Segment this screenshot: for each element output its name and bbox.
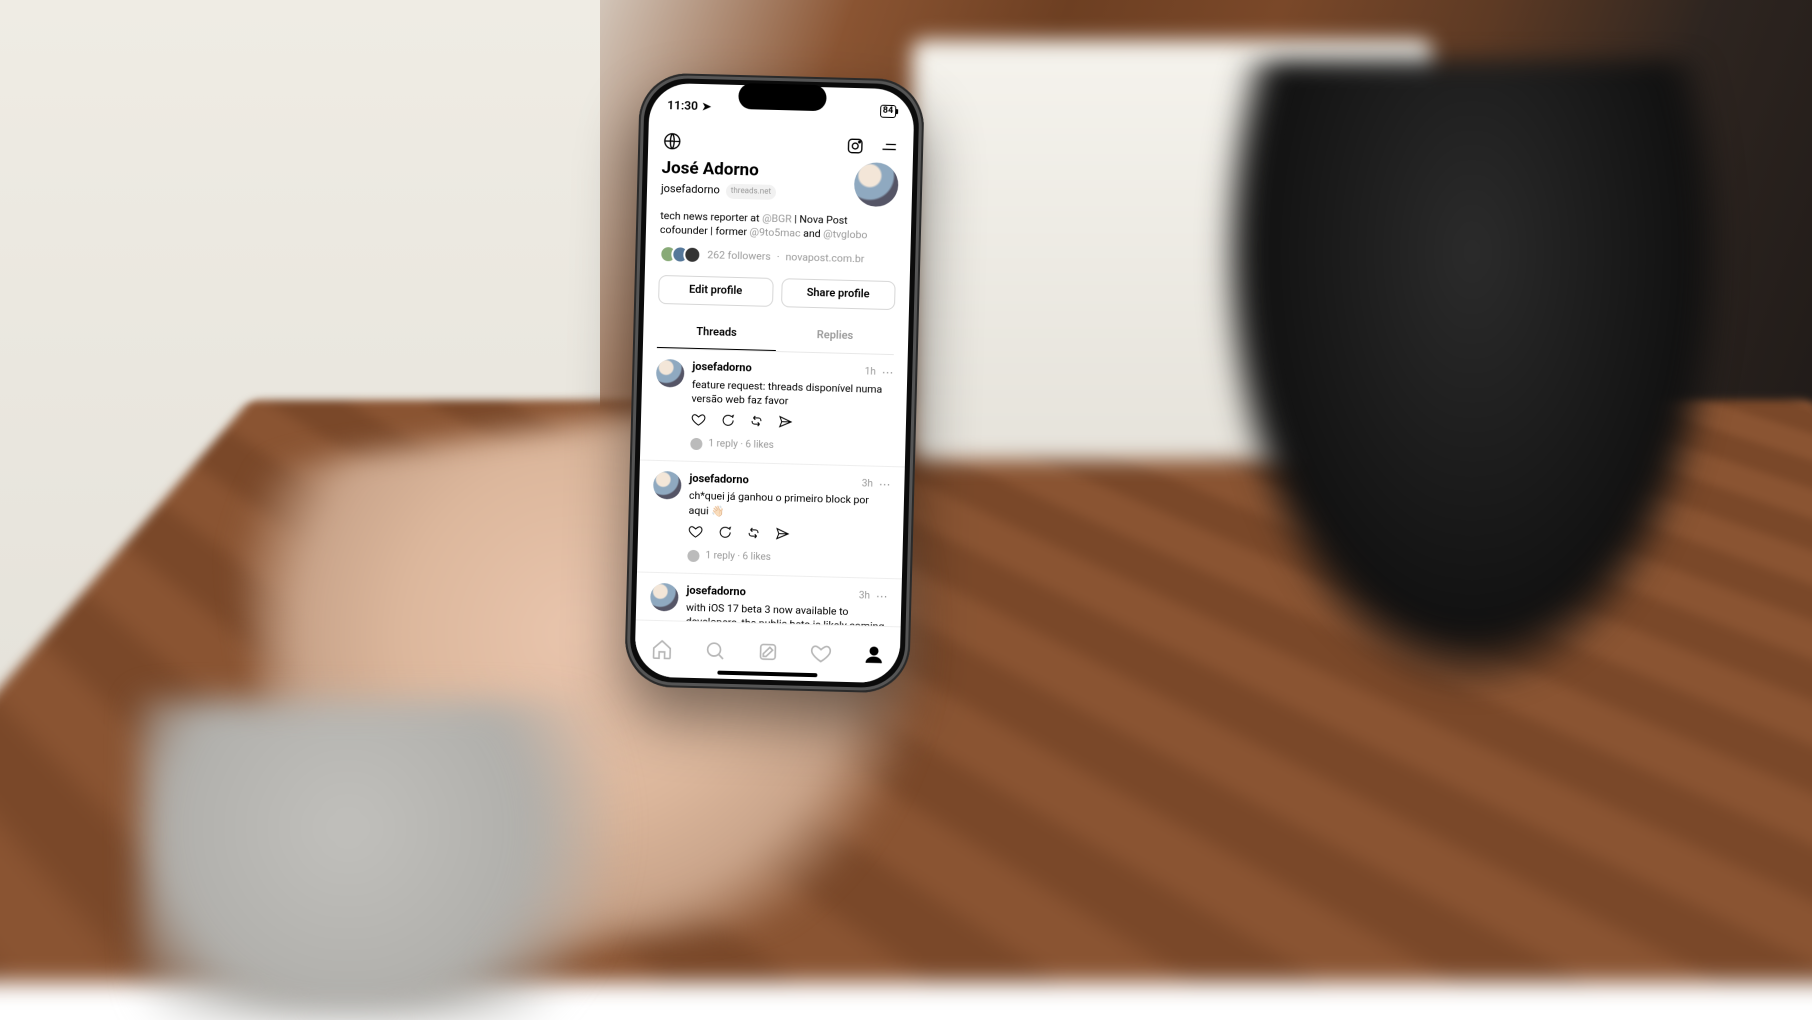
reply-avatar bbox=[690, 438, 702, 450]
compose-tab-icon[interactable] bbox=[756, 641, 779, 664]
status-time: 11:30 bbox=[667, 98, 698, 113]
bio-mention[interactable]: @BGR bbox=[762, 212, 792, 226]
post-meta[interactable]: 1 reply · 6 likes bbox=[708, 438, 774, 453]
post-text: feature request: threads disponível numa… bbox=[691, 377, 893, 411]
post-author[interactable]: josefadorno bbox=[692, 360, 752, 376]
share-icon[interactable] bbox=[775, 526, 791, 546]
globe-icon[interactable] bbox=[662, 131, 683, 152]
post-avatar[interactable] bbox=[653, 471, 682, 500]
like-icon[interactable] bbox=[691, 412, 707, 432]
comment-icon[interactable] bbox=[717, 524, 733, 544]
post[interactable]: josefadorno 1h ⋯ feature request: thread… bbox=[640, 349, 908, 468]
dynamic-island bbox=[738, 83, 827, 111]
separator: · bbox=[777, 250, 780, 264]
post[interactable]: josefadorno 3h ⋯ ch*quei já ganhou o pri… bbox=[637, 460, 905, 579]
comment-icon[interactable] bbox=[720, 412, 736, 432]
menu-icon[interactable] bbox=[879, 137, 900, 158]
home-tab-icon[interactable] bbox=[650, 638, 673, 661]
edit-profile-button[interactable]: Edit profile bbox=[658, 275, 773, 307]
sleeve bbox=[140, 700, 660, 1020]
post-meta[interactable]: 1 reply · 6 likes bbox=[705, 550, 771, 565]
post[interactable]: josefadorno 3h ⋯ with iOS 17 beta 3 now … bbox=[636, 572, 902, 627]
followers-row[interactable]: 262 followers · novapost.com.br bbox=[659, 245, 896, 269]
search-tab-icon[interactable] bbox=[703, 639, 726, 662]
follower-avatars bbox=[659, 245, 701, 264]
instagram-icon[interactable] bbox=[845, 136, 866, 157]
office-chair bbox=[1212, 60, 1732, 700]
tab-replies[interactable]: Replies bbox=[775, 319, 894, 354]
bio-text: and bbox=[800, 227, 823, 241]
post-time: 3h bbox=[862, 477, 873, 491]
location-icon: ➤ bbox=[702, 100, 712, 113]
activity-tab-icon[interactable] bbox=[809, 642, 832, 665]
post-more-icon[interactable]: ⋯ bbox=[876, 589, 888, 605]
iphone-device: 11:30 ➤ 84 bbox=[624, 72, 925, 693]
post-time: 3h bbox=[859, 589, 870, 603]
tab-threads[interactable]: Threads bbox=[657, 316, 776, 351]
profile-avatar[interactable] bbox=[854, 162, 899, 207]
battery-indicator: 84 bbox=[880, 104, 897, 117]
profile-display-name: José Adorno bbox=[661, 157, 777, 183]
app-content: José Adorno josefadorno threads.net tech… bbox=[636, 127, 914, 628]
post-time: 1h bbox=[864, 365, 875, 379]
phone-screen: 11:30 ➤ 84 bbox=[634, 83, 914, 684]
post-author[interactable]: josefadorno bbox=[689, 472, 749, 488]
post-avatar[interactable] bbox=[650, 583, 679, 612]
post-actions bbox=[688, 524, 889, 549]
bio-mention[interactable]: @tvglobo bbox=[823, 227, 868, 241]
repost-icon[interactable] bbox=[749, 413, 765, 433]
post-text: ch*quei já ganhou o primeiro block por a… bbox=[688, 489, 890, 523]
post-avatar[interactable] bbox=[656, 359, 685, 388]
share-icon[interactable] bbox=[778, 414, 794, 434]
repost-icon[interactable] bbox=[746, 525, 762, 545]
post-more-icon[interactable]: ⋯ bbox=[879, 477, 891, 493]
bio-text: tech news reporter at bbox=[660, 209, 762, 225]
share-profile-button[interactable]: Share profile bbox=[780, 278, 895, 310]
followers-count: 262 followers bbox=[707, 248, 771, 264]
post-author[interactable]: josefadorno bbox=[686, 584, 746, 600]
like-icon[interactable] bbox=[688, 524, 704, 544]
profile-website[interactable]: novapost.com.br bbox=[785, 250, 864, 266]
profile-header: José Adorno josefadorno threads.net tech… bbox=[643, 157, 913, 356]
feed: josefadorno 1h ⋯ feature request: thread… bbox=[636, 349, 908, 628]
bio-mention[interactable]: @9to5mac bbox=[749, 225, 800, 239]
profile-bio: tech news reporter at @BGR | Nova Post c… bbox=[660, 209, 898, 244]
domain-badge: threads.net bbox=[726, 184, 777, 200]
profile-username: josefadorno bbox=[661, 182, 720, 198]
post-actions bbox=[691, 412, 892, 437]
post-more-icon[interactable]: ⋯ bbox=[882, 365, 894, 381]
reply-avatar bbox=[687, 550, 699, 562]
profile-tab-icon[interactable] bbox=[862, 643, 885, 666]
